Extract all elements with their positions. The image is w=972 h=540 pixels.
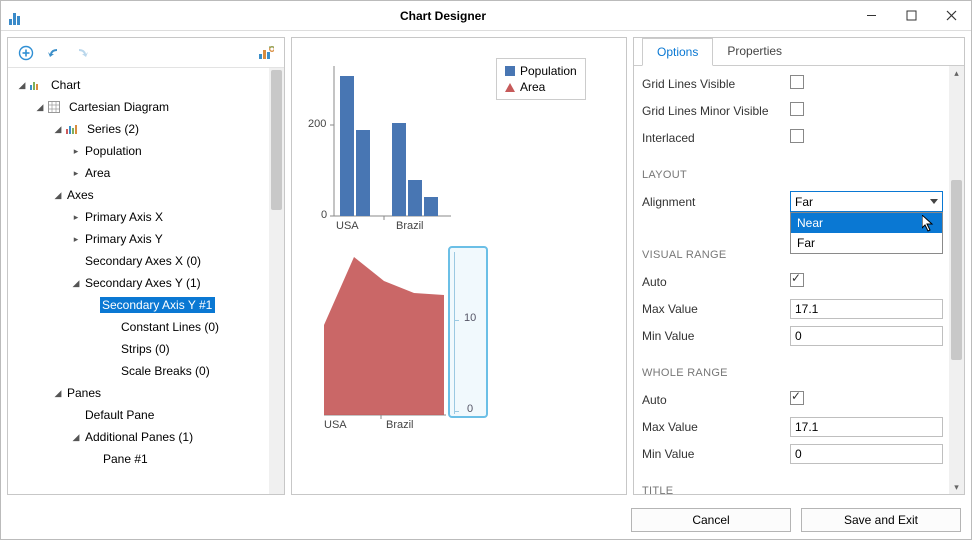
alignment-dropdown-list: Near Far [790,212,943,254]
label-interlaced: Interlaced [642,131,790,145]
titlebar: Chart Designer [1,1,971,31]
checkbox-gridlines[interactable] [790,75,804,89]
legend-label-area: Area [520,80,545,94]
label-alignment: Alignment [642,195,790,209]
secaxis-tick-10: 10 [464,312,476,324]
tree-node-axes[interactable]: ◢Axes [8,184,269,206]
add-icon[interactable] [18,45,34,61]
area-x-usa: USA [324,419,347,431]
legend-marker-population [505,66,515,76]
tree-node-area[interactable]: ▸Area [8,162,269,184]
bar-chart: 200 0 USA Brazil [306,56,456,236]
series-icon [64,122,80,136]
tree-node-secondary-x[interactable]: Secondary Axes X (0) [8,250,269,272]
undo-icon[interactable] [46,45,62,61]
tree-node-scale-breaks[interactable]: Scale Breaks (0) [8,360,269,382]
tree-node-constant-lines[interactable]: Constant Lines (0) [8,316,269,338]
properties-tabs: Options Properties [634,38,964,66]
cursor-icon [922,215,936,233]
checkbox-gridlines-minor[interactable] [790,102,804,116]
label-gridlines: Grid Lines Visible [642,77,790,91]
tree-node-diagram[interactable]: ◢Cartesian Diagram [8,96,269,118]
alignment-option-near[interactable]: Near [791,213,942,233]
tree-node-strips[interactable]: Strips (0) [8,338,269,360]
label-auto-wr: Auto [642,393,790,407]
tree-node-population[interactable]: ▸Population [8,140,269,162]
label-auto-vr: Auto [642,275,790,289]
structure-panel: ◢Chart ◢Cartesian Diagram ◢Series (2) ▸P… [7,37,285,495]
window-controls [851,1,971,31]
alignment-option-far[interactable]: Far [791,233,942,253]
input-max-vr[interactable] [790,299,943,319]
secondary-axis-highlight[interactable]: 10 0 [448,246,488,418]
chevron-down-icon [930,199,938,204]
bar-x-usa: USA [336,220,359,232]
legend-marker-area [505,83,515,92]
input-min-vr[interactable] [790,326,943,346]
body: ◢Chart ◢Cartesian Diagram ◢Series (2) ▸P… [1,31,971,501]
tree-node-series-group[interactable]: ◢Series (2) [8,118,269,140]
label-max-vr: Max Value [642,302,790,316]
section-title: TITLE [642,477,949,494]
app-icon [9,7,27,25]
legend-label-population: Population [520,64,577,78]
tree-node-secondary-y-group[interactable]: ◢Secondary Axes Y (1) [8,272,269,294]
checkbox-auto-wr[interactable] [790,391,804,405]
bar-x-brazil: Brazil [396,220,424,232]
minimize-button[interactable] [851,1,891,31]
section-whole-range: WHOLE RANGE [642,359,949,386]
checkbox-auto-vr[interactable] [790,273,804,287]
maximize-button[interactable] [891,1,931,31]
tab-properties[interactable]: Properties [713,38,796,65]
scroll-down-icon[interactable]: ▾ [949,480,964,494]
tree-node-additional-panes[interactable]: ◢Additional Panes (1) [8,426,269,448]
input-max-wr[interactable] [790,417,943,437]
area-x-brazil: Brazil [386,419,414,431]
chart-type-icon[interactable] [258,45,274,61]
properties-panel: Options Properties Grid Lines Visible Gr… [633,37,965,495]
tree-node-pane1[interactable]: Pane #1 [8,448,269,470]
label-max-wr: Max Value [642,420,790,434]
tree-node-chart[interactable]: ◢Chart [8,74,269,96]
structure-toolbar [8,38,284,68]
cancel-button[interactable]: Cancel [631,508,791,532]
alignment-dropdown[interactable]: Far Near Far [790,191,943,212]
window-title: Chart Designer [35,9,851,23]
tree-node-panes[interactable]: ◢Panes [8,382,269,404]
area-chart: 10 0 USA Brazil [306,240,506,435]
bar-y-tick-200: 200 [308,118,326,130]
structure-tree[interactable]: ◢Chart ◢Cartesian Diagram ◢Series (2) ▸P… [8,68,269,494]
save-and-exit-button[interactable]: Save and Exit [801,508,961,532]
redo-icon[interactable] [74,45,90,61]
tree-node-primary-y[interactable]: ▸Primary Axis Y [8,228,269,250]
section-layout: LAYOUT [642,161,949,188]
footer: Cancel Save and Exit [1,501,971,539]
label-min-wr: Min Value [642,447,790,461]
label-min-vr: Min Value [642,329,790,343]
tab-options[interactable]: Options [642,38,713,66]
checkbox-interlaced[interactable] [790,129,804,143]
close-button[interactable] [931,1,971,31]
tree-node-primary-x[interactable]: ▸Primary Axis X [8,206,269,228]
preview-panel: 200 0 USA Brazil Population Area [291,37,627,495]
properties-scrollbar[interactable]: ▴ ▾ [949,66,964,494]
scroll-up-icon[interactable]: ▴ [949,66,964,80]
legend: Population Area [496,58,586,100]
chart-designer-window: Chart Designer [0,0,972,540]
input-min-wr[interactable] [790,444,943,464]
grid-icon [46,100,62,114]
options-form: Grid Lines Visible Grid Lines Minor Visi… [634,66,949,494]
tree-scrollbar[interactable] [269,68,284,494]
secaxis-tick-0: 0 [467,403,473,415]
tree-node-default-pane[interactable]: Default Pane [8,404,269,426]
chart-icon [28,78,44,92]
label-gridlines-minor: Grid Lines Minor Visible [642,104,790,118]
tree-node-secondary-y1[interactable]: ◢Secondary Axis Y #1 [8,294,269,316]
bar-y-tick-0: 0 [321,209,327,221]
